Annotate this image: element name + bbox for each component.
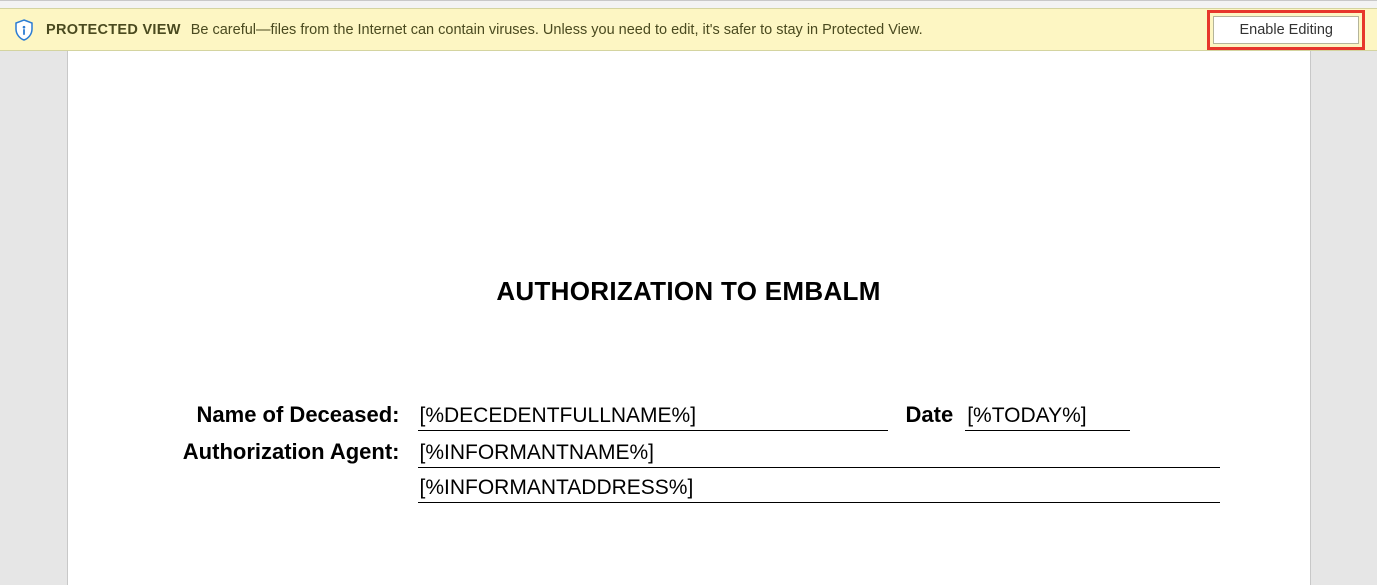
authorization-agent-address: [%INFORMANTADDRESS%] bbox=[418, 476, 1220, 503]
address-value-wrap: [%INFORMANTADDRESS%] bbox=[418, 476, 1220, 503]
date-label: Date bbox=[888, 402, 966, 428]
authorization-agent-value: [%INFORMANTNAME%] bbox=[418, 441, 1220, 468]
agent-value-wrap: [%INFORMANTNAME%] bbox=[418, 441, 1220, 468]
form-row-agent: Authorization Agent: [%INFORMANTNAME%] bbox=[158, 439, 1220, 468]
document-page: AUTHORIZATION TO EMBALM Name of Deceased… bbox=[67, 51, 1311, 585]
ribbon-border bbox=[0, 0, 1377, 9]
name-of-deceased-label: Name of Deceased: bbox=[158, 402, 418, 428]
document-canvas: AUTHORIZATION TO EMBALM Name of Deceased… bbox=[0, 51, 1377, 585]
deceased-value-wrap: [%DECEDENTFULLNAME%] Date [%TODAY%] bbox=[418, 402, 1220, 431]
shield-icon bbox=[12, 18, 36, 42]
enable-editing-button[interactable]: Enable Editing bbox=[1213, 16, 1359, 44]
protected-view-label: PROTECTED VIEW bbox=[46, 22, 181, 38]
form-row-deceased: Name of Deceased: [%DECEDENTFULLNAME%] D… bbox=[158, 402, 1220, 431]
document-title: AUTHORIZATION TO EMBALM bbox=[158, 51, 1220, 307]
protected-view-bar: PROTECTED VIEW Be careful—files from the… bbox=[0, 9, 1377, 51]
form-row-address: [%INFORMANTADDRESS%] bbox=[158, 476, 1220, 503]
date-value: [%TODAY%] bbox=[965, 404, 1130, 431]
name-of-deceased-value: [%DECEDENTFULLNAME%] bbox=[418, 404, 888, 431]
protected-view-message: Be careful—files from the Internet can c… bbox=[191, 22, 1196, 38]
authorization-agent-label: Authorization Agent: bbox=[158, 439, 418, 465]
enable-editing-highlight: Enable Editing bbox=[1207, 10, 1365, 50]
